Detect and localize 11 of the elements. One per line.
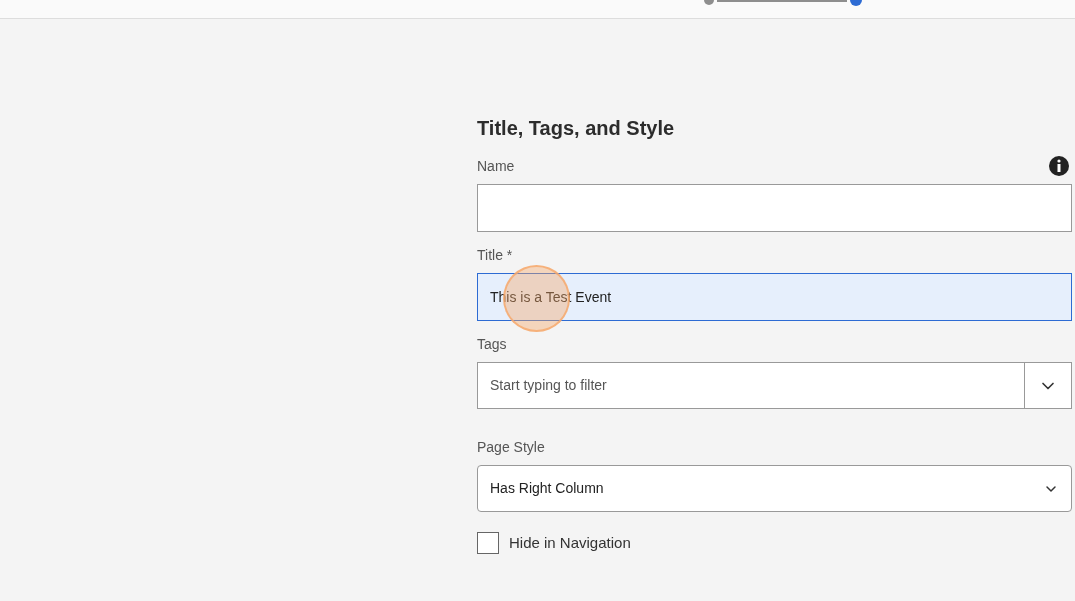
checkbox-label: Hide in Navigation (509, 533, 631, 553)
field-label: Page Style (477, 437, 545, 457)
field-label: Tags (477, 334, 507, 354)
checkbox[interactable] (477, 532, 499, 555)
info-icon[interactable] (1048, 155, 1070, 177)
page-style-select[interactable]: Has Right Column (477, 465, 1072, 512)
field-label: Name (477, 156, 515, 176)
field-label: Title * (477, 245, 513, 265)
tags-combobox[interactable]: Start typing to filter (477, 362, 1072, 409)
text-field[interactable] (477, 184, 1072, 232)
section-heading: Title, Tags, and Style (477, 116, 676, 141)
